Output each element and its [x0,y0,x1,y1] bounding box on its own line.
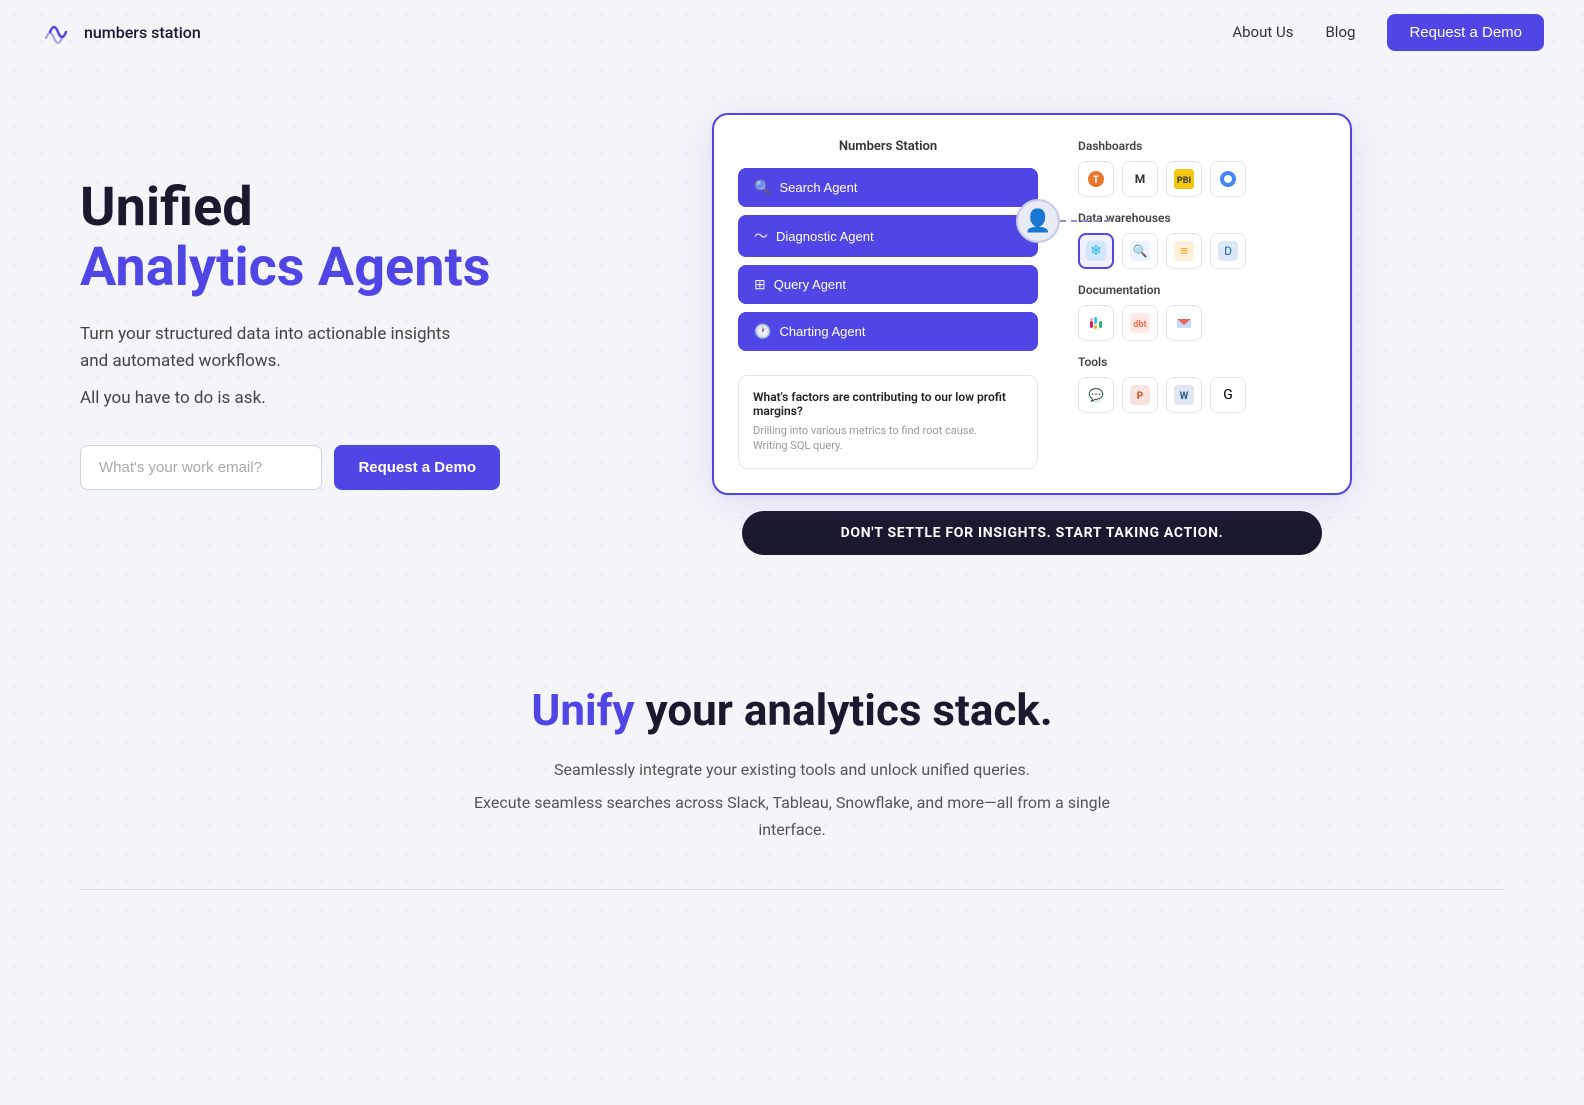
logo-text: numbers station [84,23,201,42]
google-chat-icon: 💬 [1078,377,1114,413]
dashboards-section: Dashboards T M PBI [1078,139,1326,197]
chat-area: What's factors are contributing to our l… [738,375,1038,469]
svg-text:D: D [1224,244,1232,258]
warehouses-section: Data warehouses ❄ 🔍 ≡ [1078,211,1326,269]
dashboard-inner: Numbers Station 🔍 Search Agent 〜 Diagnos… [738,139,1326,469]
action-banner: DON'T SETTLE FOR INSIGHTS. START TAKING … [742,511,1322,555]
hero-form: Request a Demo [80,445,500,490]
svg-text:PBI: PBI [1177,176,1191,186]
tools-icons: 💬 P W G [1078,377,1326,413]
warehouses-icons: ❄ 🔍 ≡ D [1078,233,1326,269]
blog-link[interactable]: Blog [1325,23,1355,41]
panel-right: Dashboards T M PBI [1078,139,1326,469]
slack-icon [1078,305,1114,341]
dashboards-icons: T M PBI [1078,161,1326,197]
tools-section: Tools 💬 P W [1078,355,1326,413]
documentation-title: Documentation [1078,283,1326,297]
diagnostic-agent-button[interactable]: 〜 Diagnostic Agent [738,215,1038,257]
gmail-icon [1166,305,1202,341]
logo[interactable]: numbers station [40,14,201,50]
email-input[interactable] [80,445,322,490]
svg-text:dbt: dbt [1133,320,1146,330]
query-agent-label: Query Agent [774,277,846,292]
documentation-section: Documentation [1078,283,1326,341]
chat-step-1: Drilling into various metrics to find ro… [753,424,1023,437]
powerpoint-icon: P [1122,377,1158,413]
bottom-divider [80,889,1504,890]
svg-text:🔍: 🔍 [1133,243,1148,258]
query-agent-button[interactable]: ⊞ Query Agent [738,265,1038,304]
hero-section: Unified Analytics Agents Turn your struc… [0,64,1584,624]
documentation-icons: dbt [1078,305,1326,341]
bottom-desc-2: Execute seamless searches across Slack, … [452,789,1132,843]
charting-agent-button[interactable]: 🕐 Charting Agent [738,312,1038,351]
about-link[interactable]: About Us [1232,23,1293,41]
charting-agent-label: Charting Agent [779,324,865,339]
powerbi-icon: PBI [1166,161,1202,197]
google-icon: G [1210,377,1246,413]
svg-text:T: T [1093,175,1099,186]
warehouses-title: Data warehouses [1078,211,1326,225]
bottom-desc-1: Seamlessly integrate your existing tools… [452,756,1132,783]
hero-left: Unified Analytics Agents Turn your struc… [80,178,500,489]
avatar: 👤 [1016,199,1060,243]
hero-right: Numbers Station 🔍 Search Agent 〜 Diagnos… [560,113,1504,555]
svg-text:❄: ❄ [1090,243,1102,259]
panel-left: Numbers Station 🔍 Search Agent 〜 Diagnos… [738,139,1038,469]
query-icon: ⊞ [754,276,766,293]
dbt-icon: dbt [1122,305,1158,341]
tools-title: Tools [1078,355,1326,369]
hero-title-agents: Analytics Agents [80,238,500,297]
diagnostic-agent-label: Diagnostic Agent [776,229,874,244]
svg-text:M: M [1135,172,1146,186]
ns-panel-title: Numbers Station [738,139,1038,154]
bottom-title-rest: your analytics stack. [635,684,1053,736]
svg-text:💬: 💬 [1089,388,1104,402]
hero-desc-2: All you have to do is ask. [80,385,500,412]
hero-request-demo-button[interactable]: Request a Demo [334,445,500,490]
search-agent-label: Search Agent [779,180,857,195]
logo-icon [40,14,76,50]
bigquery-icon: 🔍 [1122,233,1158,269]
databricks-icon: D [1210,233,1246,269]
diagnostic-icon: 〜 [754,226,768,246]
svg-text:G: G [1223,387,1233,403]
redshift-icon: ≡ [1166,233,1202,269]
bottom-title: Unify your analytics stack. [80,684,1504,736]
bottom-title-highlight: Unify [531,684,634,736]
nav-links: About Us Blog Request a Demo [1232,14,1544,51]
tableau-icon: T [1078,161,1114,197]
nav-request-demo-button[interactable]: Request a Demo [1387,14,1544,51]
chat-step-2: Writing SQL query. [753,439,1023,452]
word-icon: W [1166,377,1202,413]
charting-icon: 🕐 [754,323,771,340]
bottom-section: Unify your analytics stack. Seamlessly i… [0,624,1584,890]
search-agent-button[interactable]: 🔍 Search Agent [738,168,1038,207]
hero-title-unified: Unified [80,178,500,237]
medium-icon: M [1122,161,1158,197]
hero-desc-1: Turn your structured data into actionabl… [80,321,500,375]
navbar: numbers station About Us Blog Request a … [0,0,1584,64]
dashboards-title: Dashboards [1078,139,1326,153]
svg-text:P: P [1137,391,1144,402]
chat-question: What's factors are contributing to our l… [753,390,1023,418]
connector-line [1060,220,1110,222]
svg-text:≡: ≡ [1180,244,1188,259]
dashboard-card: Numbers Station 🔍 Search Agent 〜 Diagnos… [712,113,1352,495]
search-icon: 🔍 [754,179,771,196]
looker-icon [1210,161,1246,197]
svg-text:W: W [1180,391,1189,402]
